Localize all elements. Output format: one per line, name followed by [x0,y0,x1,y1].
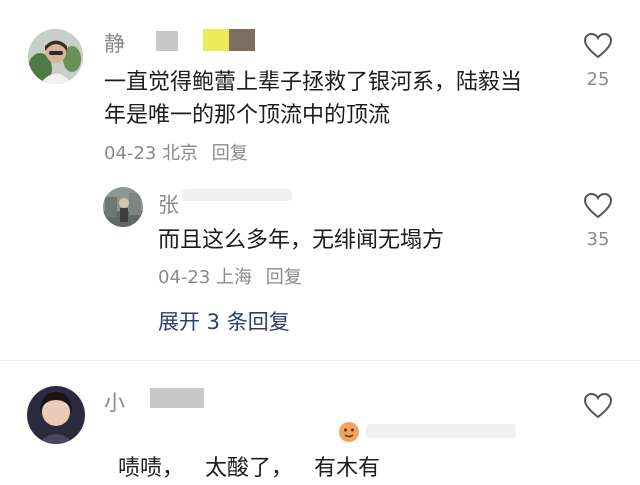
divider [0,360,640,361]
like-count: 35 [586,229,610,250]
comment-meta: 04-23 上海 回复 [158,267,302,289]
author-badge-redacted [229,29,255,51]
avatar[interactable] [28,29,83,84]
comment-text: 而且这么多年，无绯闻无塌方 [158,228,445,253]
comment-location: 北京 [162,143,199,164]
like-button[interactable] [577,392,619,423]
comment-location: 上海 [216,267,253,288]
comment-author-name[interactable]: 小 [104,391,125,415]
like-button[interactable]: 35 [577,192,619,251]
comment-text-partial: 啧啧， 太酸了， 有木有 [118,456,380,481]
comment-author-name[interactable]: 静 [104,32,125,56]
comment-date: 04-23 [158,267,211,288]
comment-text-line: 年是唯一的那个顶流中的顶流 [104,103,391,128]
author-name-redacted [156,31,178,51]
reply-button[interactable]: 回复 [266,267,302,288]
heart-outline-icon[interactable] [583,192,613,219]
expand-replies-button[interactable]: 展开 3 条回复 [158,309,290,335]
reply-button[interactable]: 回复 [212,143,248,164]
comment-meta: 04-23 北京 回复 [104,143,248,165]
comment-date: 04-23 [104,143,157,164]
avatar[interactable] [27,386,85,444]
heart-outline-icon[interactable] [583,32,613,59]
emoji-face-icon [338,421,360,443]
comment-text-line: 一直觉得鲍蕾上辈子拯救了银河系，陆毅当 [104,70,523,95]
text-redacted [366,424,516,438]
comment-text: 一直觉得鲍蕾上辈子拯救了银河系，陆毅当 年是唯一的那个顶流中的顶流 [104,66,522,132]
avatar[interactable] [103,187,143,227]
like-button[interactable]: 25 [577,32,619,91]
comment-author-name[interactable]: 张 [158,193,179,217]
author-name-redacted [150,388,204,408]
author-name-redacted [182,189,292,201]
heart-outline-icon[interactable] [583,392,613,419]
author-badge-redacted [203,29,229,51]
like-count: 25 [586,69,610,90]
